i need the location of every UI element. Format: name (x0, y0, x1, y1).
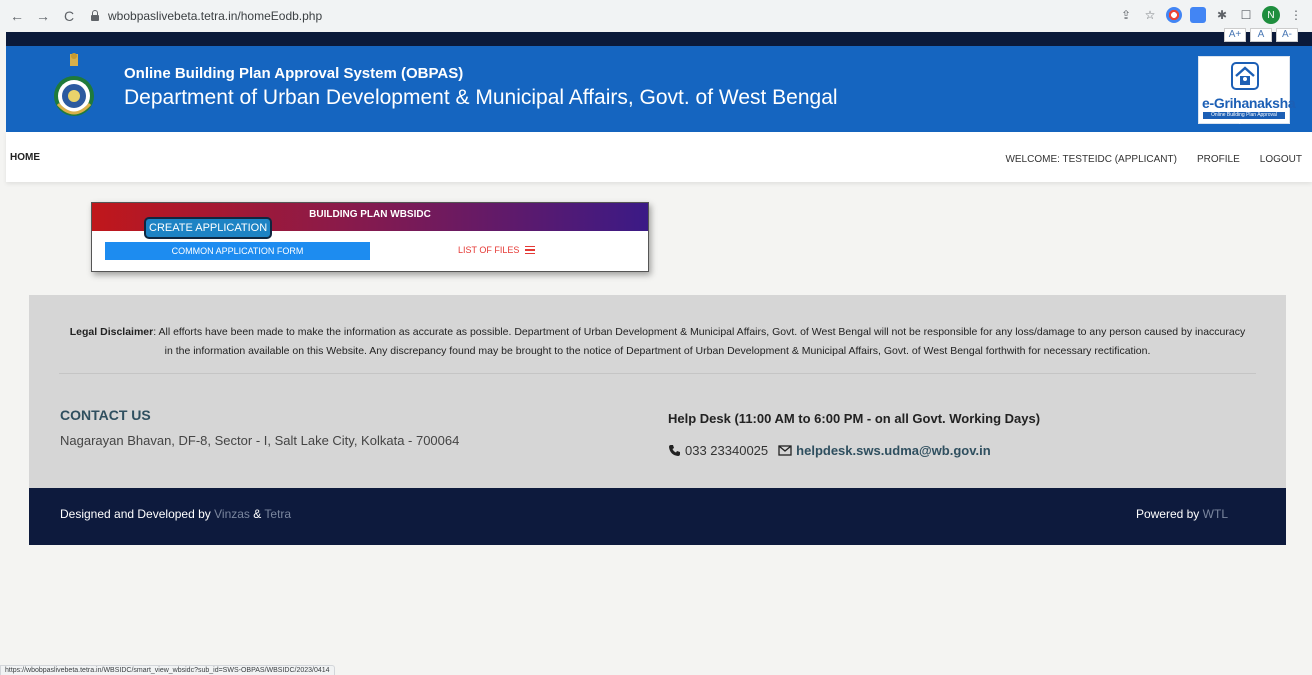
house-icon (1231, 62, 1259, 90)
nav-logout-link[interactable]: LOGOUT (1260, 154, 1302, 165)
menu-icon[interactable]: ⋮ (1288, 7, 1304, 23)
reload-icon[interactable]: C (58, 5, 80, 27)
welcome-text: WELCOME: TESTEIDC (APPLICANT) (1005, 154, 1177, 165)
extension-circle-icon[interactable] (1166, 7, 1182, 23)
profile-avatar[interactable]: N (1262, 6, 1280, 24)
window-icon[interactable]: ☐ (1238, 7, 1254, 23)
font-increase-button[interactable]: A+ (1224, 28, 1246, 42)
helpdesk-contact-line: 033 23340025 helpdesk.sws.udma@wb.gov.in (668, 443, 991, 458)
disclaimer-text: : All efforts have been made to make the… (153, 326, 1246, 357)
common-application-form-button[interactable]: COMMON APPLICATION FORM (105, 242, 370, 260)
lock-icon (90, 10, 100, 22)
back-icon[interactable]: ← (6, 5, 28, 27)
header-subtitle: Online Building Plan Approval System (OB… (124, 65, 464, 82)
contact-title: CONTACT US (60, 407, 151, 423)
list-icon (525, 245, 536, 255)
footer-powered: Powered by WTL (1136, 507, 1228, 521)
helpdesk-title: Help Desk (11:00 AM to 6:00 PM - on all … (668, 411, 1041, 426)
url-text: wbobpaslivebeta.tetra.in/homeEodb.php (108, 9, 323, 23)
header-title: Department of Urban Development & Munici… (124, 86, 838, 109)
designed-by-text: Designed and Developed by (60, 507, 211, 521)
nav-home-link[interactable]: HOME (10, 152, 40, 163)
wtl-link[interactable]: WTL (1203, 507, 1228, 521)
extension-square-icon[interactable] (1190, 7, 1206, 23)
top-stripe (6, 32, 1312, 46)
site-header: Online Building Plan Approval System (OB… (6, 46, 1312, 132)
site-footer: Designed and Developed by Vinzas & Tetra… (29, 488, 1286, 545)
address-bar[interactable]: wbobpaslivebeta.tetra.in/homeEodb.php (90, 4, 1170, 28)
extension-area: ⇪ ☆ ✱ ☐ N ⋮ (1118, 6, 1304, 24)
bookmark-star-icon[interactable]: ☆ (1142, 7, 1158, 23)
puzzle-icon[interactable]: ✱ (1214, 7, 1230, 23)
font-size-controls: A+ A A- (1224, 28, 1298, 42)
link-status-bar: https://wbobpaslivebeta.tetra.in/WBSIDC/… (0, 665, 335, 675)
e-grihanaksha-logo[interactable]: e-Grihanaksha Online Building Plan Appro… (1198, 56, 1296, 125)
logo-wordmark: e-Grihanaksha (1202, 95, 1296, 111)
helpdesk-email[interactable]: helpdesk.sws.udma@wb.gov.in (796, 443, 990, 458)
email-icon (778, 445, 792, 456)
building-plan-card: BUILDING PLAN WBSIDC CREATE APPLICATION … (91, 202, 649, 272)
helpdesk-phone[interactable]: 033 23340025 (685, 443, 768, 458)
nav-user-links: WELCOME: TESTEIDC (APPLICANT) PROFILE LO… (1005, 154, 1302, 165)
forward-icon[interactable]: → (32, 5, 54, 27)
list-of-files-label: LIST OF FILES (458, 245, 520, 255)
info-section: Legal Disclaimer: All efforts have been … (29, 295, 1286, 488)
phone-icon (669, 445, 680, 456)
create-application-tab[interactable]: CREATE APPLICATION (146, 219, 271, 237)
logo-tagline: Online Building Plan Approval System (1203, 112, 1285, 125)
powered-by-text: Powered by (1135, 507, 1200, 521)
font-decrease-button[interactable]: A- (1276, 28, 1298, 42)
footer-credits: Designed and Developed by Vinzas & Tetra (60, 507, 291, 521)
main-navbar: HOME WELCOME: TESTEIDC (APPLICANT) PROFI… (6, 132, 1312, 182)
share-icon[interactable]: ⇪ (1118, 7, 1134, 23)
tetra-link[interactable]: Tetra (264, 507, 291, 521)
amp-text: & (253, 507, 262, 521)
contact-address: Nagarayan Bhavan, DF-8, Sector - I, Salt… (60, 433, 460, 448)
legal-disclaimer: Legal Disclaimer: All efforts have been … (69, 323, 1246, 361)
section-divider (59, 373, 1256, 374)
list-of-files-link[interactable]: LIST OF FILES (458, 245, 536, 255)
font-normal-button[interactable]: A (1250, 28, 1272, 42)
browser-toolbar: ← → C wbobpaslivebeta.tetra.in/homeEodb.… (0, 0, 1312, 32)
disclaimer-label: Legal Disclaimer (69, 326, 154, 338)
vinzas-link[interactable]: Vinzas (214, 507, 250, 521)
west-bengal-emblem-icon (54, 53, 94, 116)
nav-profile-link[interactable]: PROFILE (1197, 154, 1240, 165)
